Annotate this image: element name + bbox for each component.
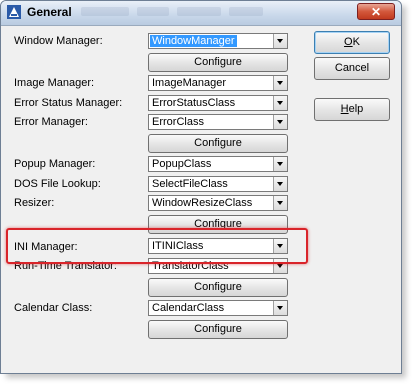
ghost-text bbox=[137, 7, 169, 16]
close-button[interactable]: ✕ bbox=[357, 3, 395, 20]
configure-button[interactable]: Configure bbox=[148, 53, 288, 72]
app-icon bbox=[7, 5, 21, 19]
chevron-down-icon[interactable] bbox=[273, 301, 287, 315]
select-value: WindowResizeClass bbox=[152, 197, 253, 209]
chevron-down-icon[interactable] bbox=[273, 76, 287, 90]
label-calendar-class: Calendar Class: bbox=[14, 302, 93, 314]
ghost-text bbox=[229, 7, 263, 16]
configure-button[interactable]: Configure bbox=[148, 134, 288, 153]
close-icon: ✕ bbox=[370, 5, 382, 19]
label-error-status-manager: Error Status Manager: bbox=[14, 97, 123, 109]
error-status-manager-select[interactable]: ErrorStatusClass bbox=[148, 95, 288, 111]
cancel-button[interactable]: Cancel bbox=[314, 57, 390, 80]
ok-button[interactable]: OK bbox=[314, 31, 390, 54]
window-title: General bbox=[27, 5, 72, 19]
chevron-down-icon[interactable] bbox=[273, 96, 287, 110]
label-error-manager: Error Manager: bbox=[14, 116, 88, 128]
ghost-text bbox=[81, 7, 129, 16]
general-dialog: General ✕ Window Manager: WindowManager … bbox=[0, 0, 402, 374]
label-resizer: Resizer: bbox=[14, 197, 55, 209]
resizer-select[interactable]: WindowResizeClass bbox=[148, 195, 288, 211]
chevron-down-icon[interactable] bbox=[273, 177, 287, 191]
window-manager-select[interactable]: WindowManager bbox=[148, 33, 288, 49]
help-label: elp bbox=[348, 103, 364, 115]
chevron-down-icon[interactable] bbox=[273, 196, 287, 210]
chevron-down-icon[interactable] bbox=[273, 34, 287, 48]
select-value: WindowManager bbox=[150, 35, 237, 47]
ini-manager-highlight bbox=[6, 228, 308, 264]
calendar-class-select[interactable]: CalendarClass bbox=[148, 300, 288, 316]
select-value: ErrorClass bbox=[152, 116, 204, 128]
ok-access-key: O bbox=[344, 36, 353, 48]
ghost-text bbox=[177, 7, 221, 16]
configure-button[interactable]: Configure bbox=[148, 320, 288, 339]
dos-file-lookup-select[interactable]: SelectFileClass bbox=[148, 176, 288, 192]
label-image-manager: Image Manager: bbox=[14, 77, 95, 89]
title-bar[interactable]: General ✕ bbox=[1, 1, 401, 26]
error-manager-select[interactable]: ErrorClass bbox=[148, 114, 288, 130]
label-dos-file-lookup: DOS File Lookup: bbox=[14, 178, 101, 190]
chevron-down-icon[interactable] bbox=[273, 115, 287, 129]
select-value: ErrorStatusClass bbox=[152, 97, 236, 109]
select-value: PopupClass bbox=[152, 158, 212, 170]
image-manager-select[interactable]: ImageManager bbox=[148, 75, 288, 91]
select-value: SelectFileClass bbox=[152, 178, 228, 190]
chevron-down-icon[interactable] bbox=[273, 157, 287, 171]
label-popup-manager: Popup Manager: bbox=[14, 158, 96, 170]
help-button[interactable]: Help bbox=[314, 98, 390, 121]
popup-manager-select[interactable]: PopupClass bbox=[148, 156, 288, 172]
configure-button[interactable]: Configure bbox=[148, 278, 288, 297]
ok-label: K bbox=[352, 36, 360, 48]
help-access-key: H bbox=[340, 103, 349, 115]
select-value: CalendarClass bbox=[152, 302, 225, 314]
label-window-manager: Window Manager: bbox=[14, 35, 103, 47]
select-value: ImageManager bbox=[152, 77, 226, 89]
